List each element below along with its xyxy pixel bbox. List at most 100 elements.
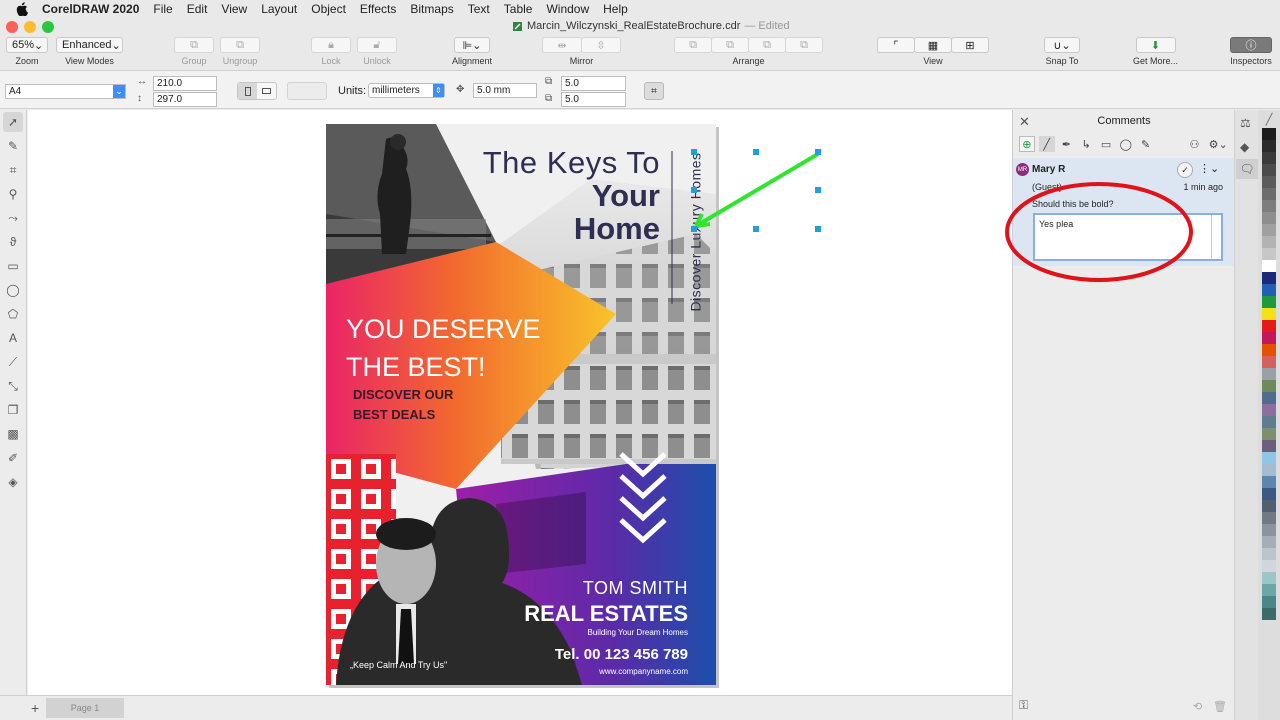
mirror-vertical-button[interactable]: ⇳ — [581, 37, 621, 53]
view-mode-dropdown[interactable]: Enhanced ⌄ — [56, 37, 123, 53]
properties-tab-icon[interactable]: ⚖ — [1240, 116, 1251, 130]
color-swatch[interactable] — [1262, 296, 1276, 308]
eyedropper-icon[interactable]: ✐ — [3, 448, 23, 468]
pick-tool-icon[interactable]: ➚ — [3, 112, 23, 132]
menu-table[interactable]: Table — [504, 2, 533, 16]
rectangle-tool-icon[interactable]: ▭ — [3, 256, 23, 276]
apple-icon[interactable] — [14, 2, 30, 16]
color-swatch[interactable] — [1262, 248, 1276, 260]
menu-help[interactable]: Help — [603, 2, 628, 16]
color-swatch[interactable] — [1262, 128, 1276, 140]
transparency-tool-icon[interactable]: ▩ — [3, 424, 23, 444]
portrait-button[interactable] — [238, 83, 257, 99]
to-front-button[interactable]: ⧉ — [674, 37, 712, 53]
color-swatch[interactable] — [1262, 440, 1276, 452]
page-tab[interactable]: Page 1 — [46, 698, 124, 718]
comments-tab-icon[interactable]: 🗨︎ — [1236, 159, 1258, 179]
page-height-input[interactable]: 297.0 — [153, 92, 217, 107]
color-swatch[interactable] — [1262, 236, 1276, 248]
freehand-tool-icon[interactable]: ⤳ — [3, 208, 23, 228]
color-swatch[interactable] — [1262, 512, 1276, 524]
color-swatch[interactable] — [1262, 464, 1276, 476]
selected-arrow-object[interactable] — [688, 146, 828, 236]
color-swatch[interactable] — [1262, 524, 1276, 536]
group-button[interactable]: ⧉ — [174, 37, 214, 53]
minimize-window-button[interactable] — [24, 21, 36, 33]
zoom-window-button[interactable] — [42, 21, 54, 33]
color-swatch[interactable] — [1262, 320, 1276, 332]
pen-tool-icon[interactable]: ✒ — [1059, 138, 1075, 151]
menu-object[interactable]: Object — [311, 2, 346, 16]
get-more-button[interactable]: ⬇ — [1135, 37, 1176, 53]
color-swatch[interactable] — [1262, 332, 1276, 344]
app-name[interactable]: CorelDRAW 2020 — [42, 2, 139, 16]
duplicate-y-input[interactable]: 5.0 — [561, 92, 626, 107]
ungroup-button[interactable]: ⧉ — [220, 37, 260, 53]
color-swatch[interactable] — [1262, 428, 1276, 440]
color-swatch[interactable] — [1262, 308, 1276, 320]
parallel-dimension-icon[interactable]: ⟋ — [3, 352, 23, 372]
menu-effects[interactable]: Effects — [360, 2, 396, 16]
line-tool-icon[interactable]: ╱ — [1038, 136, 1055, 152]
view-grid-button[interactable]: ▦ — [914, 37, 952, 53]
forward-one-button[interactable]: ⧉ — [711, 37, 749, 53]
page-width-input[interactable]: 210.0 — [153, 76, 217, 91]
close-window-button[interactable] — [6, 21, 18, 33]
page-layout-buttons[interactable] — [287, 82, 327, 100]
drawing-canvas[interactable]: The Keys To Your Home Discover Luxury Ho… — [28, 110, 1012, 695]
color-swatch[interactable] — [1262, 212, 1276, 224]
treat-as-filled-button[interactable]: ⌗ — [644, 82, 664, 100]
more-options-icon[interactable]: ⋮⌄ — [1199, 162, 1219, 175]
view-guidelines-button[interactable]: ⊞ — [951, 37, 989, 53]
crop-tool-icon[interactable]: ⌗ — [3, 160, 23, 180]
add-page-button[interactable]: + — [31, 700, 39, 716]
menu-file[interactable]: File — [153, 2, 172, 16]
polygon-tool-icon[interactable]: ⬠ — [3, 304, 23, 324]
color-swatch[interactable] — [1262, 572, 1276, 584]
color-swatch[interactable] — [1262, 404, 1276, 416]
drop-shadow-icon[interactable]: ❐ — [3, 400, 23, 420]
color-swatch[interactable] — [1262, 356, 1276, 368]
reply-scrollbar[interactable] — [1211, 215, 1221, 259]
snap-to-button[interactable]: ∪⌄ — [1044, 37, 1080, 53]
color-swatch[interactable] — [1262, 380, 1276, 392]
lock-button[interactable]: 🔒︎ — [311, 37, 351, 53]
color-swatch[interactable] — [1262, 188, 1276, 200]
ellipse-comment-icon[interactable]: ◯ — [1118, 138, 1134, 151]
color-swatch[interactable] — [1262, 200, 1276, 212]
color-swatch[interactable] — [1262, 416, 1276, 428]
rectangle-comment-icon[interactable]: ▭ — [1098, 138, 1114, 151]
menu-edit[interactable]: Edit — [187, 2, 208, 16]
gear-icon[interactable]: ⚙⌄ — [1207, 138, 1229, 151]
menu-bitmaps[interactable]: Bitmaps — [410, 2, 453, 16]
duplicate-x-input[interactable]: 5.0 — [561, 76, 626, 91]
menu-window[interactable]: Window — [546, 2, 589, 16]
unlock-button[interactable]: 🔓︎ — [357, 37, 397, 53]
color-swatch[interactable] — [1262, 368, 1276, 380]
color-swatch[interactable] — [1262, 488, 1276, 500]
brochure-page[interactable]: The Keys To Your Home Discover Luxury Ho… — [326, 124, 716, 685]
color-swatch[interactable] — [1262, 140, 1276, 152]
shape-tool-icon[interactable]: ✎ — [3, 136, 23, 156]
arrow-tool-icon[interactable]: ↳ — [1078, 138, 1094, 151]
text-tool-icon[interactable]: A — [3, 328, 23, 348]
interactive-fill-icon[interactable]: ◈ — [3, 472, 23, 492]
marker-icon[interactable]: ✎ — [1138, 138, 1154, 151]
page-size-dropdown[interactable]: A4 ⌄ — [5, 84, 126, 99]
color-swatch[interactable] — [1262, 164, 1276, 176]
color-swatch[interactable] — [1262, 272, 1276, 284]
color-swatch[interactable] — [1262, 152, 1276, 164]
back-one-button[interactable]: ⧉ — [748, 37, 786, 53]
color-swatch[interactable] — [1262, 452, 1276, 464]
color-swatch[interactable] — [1262, 284, 1276, 296]
color-swatch[interactable] — [1262, 176, 1276, 188]
menu-layout[interactable]: Layout — [261, 2, 297, 16]
objects-tab-icon[interactable]: ◆ — [1240, 140, 1249, 154]
menu-text[interactable]: Text — [468, 2, 490, 16]
nudge-distance-input[interactable]: 5.0 mm — [473, 83, 537, 98]
color-swatch[interactable] — [1262, 344, 1276, 356]
artistic-media-icon[interactable]: ϑ — [3, 232, 23, 252]
color-swatch[interactable] — [1262, 260, 1276, 272]
color-swatch[interactable] — [1262, 536, 1276, 548]
ellipse-tool-icon[interactable]: ◯ — [3, 280, 23, 300]
